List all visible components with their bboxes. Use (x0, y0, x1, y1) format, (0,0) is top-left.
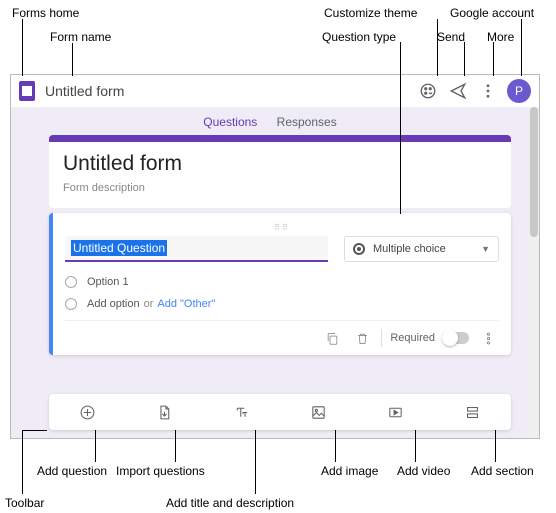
more-vert-icon (479, 82, 497, 100)
send-button[interactable] (445, 78, 471, 104)
google-account-avatar[interactable]: P (507, 79, 531, 103)
app-window: Untitled form P Questions Responses Unti… (10, 74, 540, 439)
annotation-add-title-desc: Add title and description (166, 496, 294, 510)
send-icon (449, 82, 467, 100)
chevron-down-icon: ▼ (481, 244, 490, 254)
question-card: ⠿⠿ Untitled Question Multiple choice ▼ O… (49, 213, 511, 355)
add-circle-icon (79, 404, 96, 421)
scrollbar[interactable] (529, 107, 539, 438)
delete-button[interactable] (351, 327, 373, 349)
annotation-google-account: Google account (450, 6, 534, 20)
copy-icon (325, 331, 340, 346)
or-text: or (144, 298, 154, 310)
separator (381, 329, 382, 347)
annotation-forms-home: Forms home (12, 6, 79, 20)
tab-responses[interactable]: Responses (269, 111, 345, 135)
document-name[interactable]: Untitled form (45, 83, 124, 99)
trash-icon (355, 331, 370, 346)
option-row[interactable]: Option 1 (65, 276, 499, 288)
video-icon (387, 404, 404, 421)
annotation-more: More (487, 30, 514, 44)
annotation-form-name: Form name (50, 30, 111, 44)
add-option-label[interactable]: Add option (87, 298, 140, 310)
annotation-toolbar: Toolbar (5, 496, 44, 510)
palette-icon (419, 82, 437, 100)
tab-questions[interactable]: Questions (195, 111, 265, 137)
more-button[interactable] (475, 78, 501, 104)
radio-outline-icon (65, 298, 77, 310)
add-question-button[interactable] (74, 398, 102, 426)
text-icon (233, 404, 250, 421)
question-text-input[interactable]: Untitled Question (65, 236, 328, 262)
annotation-import-questions: Import questions (116, 464, 205, 478)
question-type-label: Multiple choice (373, 243, 446, 255)
required-label: Required (390, 332, 435, 344)
import-questions-button[interactable] (151, 398, 179, 426)
annotation-question-type: Question type (322, 30, 396, 44)
customize-theme-button[interactable] (415, 78, 441, 104)
radio-outline-icon (65, 276, 77, 288)
add-section-button[interactable] (459, 398, 487, 426)
duplicate-button[interactable] (321, 327, 343, 349)
forms-home-icon[interactable] (19, 81, 35, 101)
radio-icon (353, 243, 365, 255)
drag-handle-icon[interactable]: ⠿⠿ (65, 223, 499, 232)
image-icon (310, 404, 327, 421)
add-image-button[interactable] (305, 398, 333, 426)
form-description[interactable]: Form description (63, 182, 497, 194)
annotation-add-section: Add section (471, 464, 534, 478)
scrollbar-thumb[interactable] (530, 107, 538, 237)
question-type-select[interactable]: Multiple choice ▼ (344, 236, 499, 262)
add-title-button[interactable] (228, 398, 256, 426)
section-icon (464, 404, 481, 421)
header: Untitled form P (11, 75, 539, 107)
import-icon (156, 404, 173, 421)
floating-toolbar (49, 394, 511, 430)
add-video-button[interactable] (382, 398, 410, 426)
annotation-add-question: Add question (37, 464, 107, 478)
annotation-send: Send (437, 30, 465, 44)
add-other-link[interactable]: Add "Other" (157, 298, 215, 310)
form-title[interactable]: Untitled form (63, 152, 497, 176)
annotation-add-video: Add video (397, 464, 450, 478)
more-vert-icon (481, 331, 496, 346)
annotation-add-image: Add image (321, 464, 378, 478)
annotation-customize-theme: Customize theme (324, 6, 417, 20)
required-toggle[interactable] (443, 332, 469, 344)
tabs: Questions Responses (11, 111, 529, 137)
add-option-row[interactable]: Add option or Add "Other" (65, 298, 499, 310)
option-label[interactable]: Option 1 (87, 276, 129, 288)
title-card[interactable]: Untitled form Form description (49, 135, 511, 208)
question-more-button[interactable] (477, 327, 499, 349)
